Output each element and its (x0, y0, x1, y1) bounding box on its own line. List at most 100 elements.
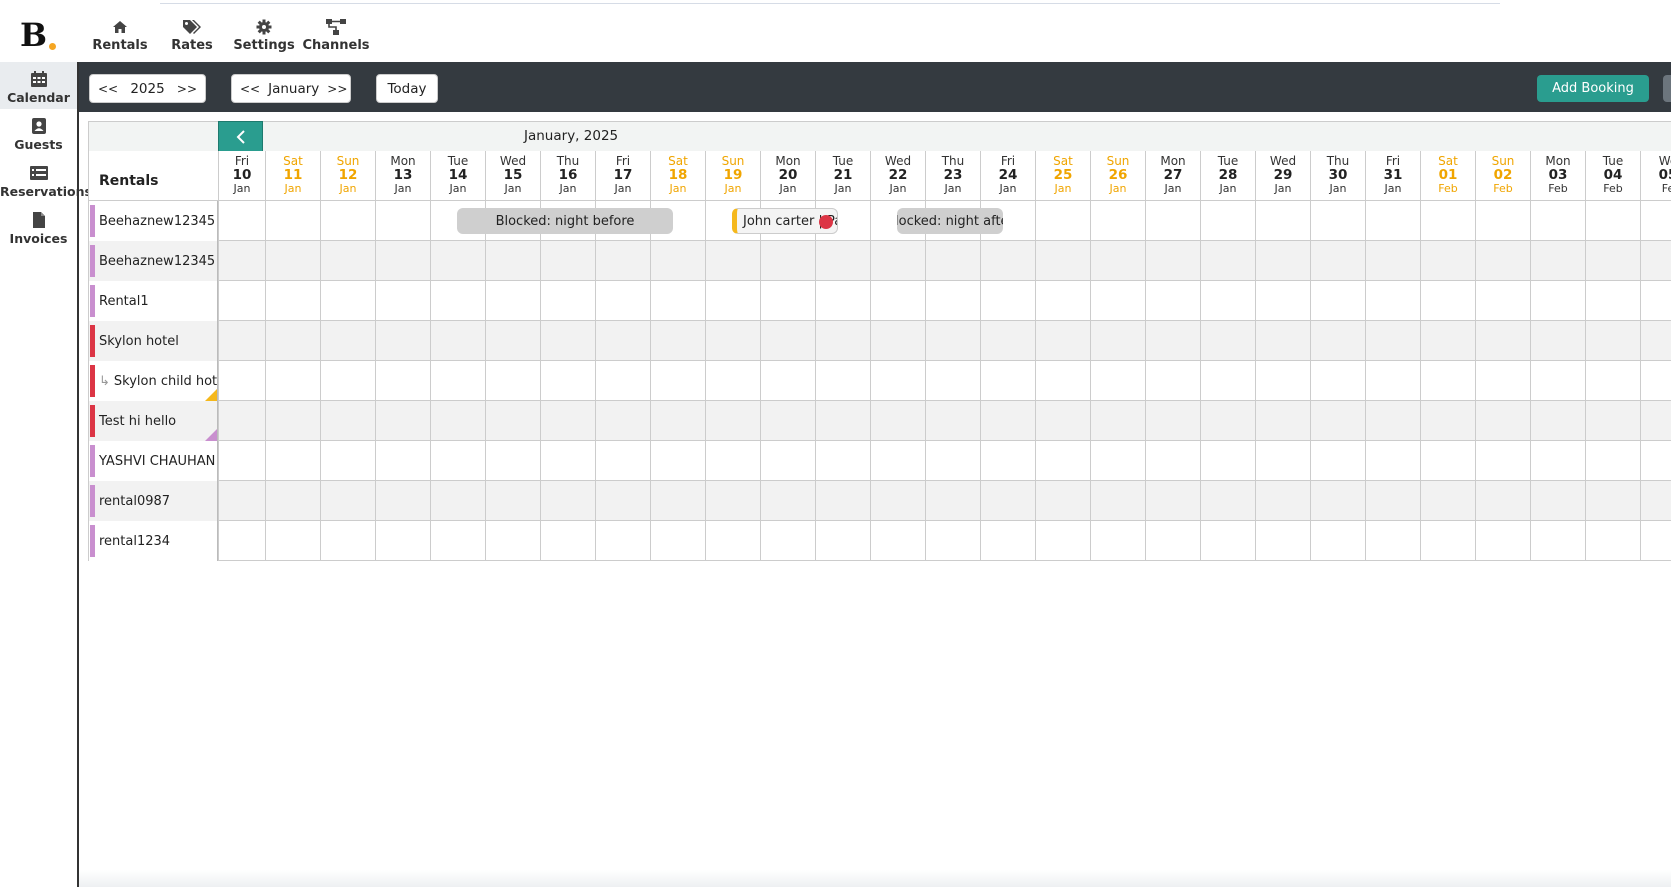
day-cell[interactable] (1200, 281, 1255, 321)
day-cell[interactable] (760, 361, 815, 401)
day-cell[interactable] (980, 281, 1035, 321)
day-cell[interactable] (925, 481, 980, 521)
day-cell[interactable] (705, 321, 760, 361)
day-cell[interactable] (485, 441, 540, 481)
day-cell[interactable] (925, 241, 980, 281)
day-cell[interactable] (1035, 361, 1090, 401)
day-cell[interactable] (815, 321, 870, 361)
day-cell[interactable] (1640, 321, 1671, 361)
day-cell[interactable] (1420, 321, 1475, 361)
day-cell[interactable] (1035, 521, 1090, 561)
day-cell[interactable] (430, 321, 485, 361)
day-cell[interactable] (1310, 521, 1365, 561)
day-cell[interactable] (760, 441, 815, 481)
day-cell[interactable] (1200, 521, 1255, 561)
day-cell[interactable] (705, 241, 760, 281)
day-cell[interactable] (1365, 241, 1420, 281)
day-cell[interactable] (218, 321, 265, 361)
day-cell[interactable] (320, 401, 375, 441)
day-cell[interactable] (1035, 481, 1090, 521)
day-cell[interactable] (1145, 281, 1200, 321)
day-cell[interactable] (1530, 201, 1585, 241)
day-cell[interactable] (1200, 241, 1255, 281)
day-cell[interactable] (1530, 241, 1585, 281)
day-cell[interactable] (320, 481, 375, 521)
day-cell[interactable] (650, 401, 705, 441)
day-cell[interactable] (760, 241, 815, 281)
day-cell[interactable] (595, 401, 650, 441)
day-cell[interactable] (1310, 281, 1365, 321)
day-cell[interactable] (218, 241, 265, 281)
day-cell[interactable] (1255, 481, 1310, 521)
month-prev-button[interactable]: << (232, 82, 268, 96)
day-cell[interactable] (1035, 401, 1090, 441)
day-cell[interactable] (980, 521, 1035, 561)
day-cell[interactable] (540, 321, 595, 361)
day-cell[interactable] (1420, 521, 1475, 561)
day-cell[interactable] (1365, 201, 1420, 241)
day-cell[interactable] (1090, 401, 1145, 441)
day-cell[interactable] (430, 281, 485, 321)
day-cell[interactable] (485, 521, 540, 561)
day-cell[interactable] (320, 441, 375, 481)
day-cell[interactable] (485, 401, 540, 441)
day-cell[interactable] (1530, 321, 1585, 361)
day-cell[interactable] (540, 441, 595, 481)
day-cell[interactable] (1035, 321, 1090, 361)
day-cell[interactable] (375, 321, 430, 361)
day-cell[interactable] (265, 201, 320, 241)
rental-name-cell[interactable]: Beehaznew12345 (88, 241, 218, 281)
day-cell[interactable] (1365, 361, 1420, 401)
day-cell[interactable] (1585, 241, 1640, 281)
day-cell[interactable] (760, 281, 815, 321)
day-cell[interactable] (1585, 521, 1640, 561)
day-cell[interactable] (540, 361, 595, 401)
day-cell[interactable] (705, 481, 760, 521)
day-cell[interactable] (1475, 281, 1530, 321)
day-cell[interactable] (1200, 401, 1255, 441)
day-cell[interactable] (1255, 201, 1310, 241)
day-cell[interactable] (218, 201, 265, 241)
day-cell[interactable] (320, 321, 375, 361)
month-next-button[interactable]: >> (319, 82, 355, 96)
day-cell[interactable] (1530, 361, 1585, 401)
day-cell[interactable] (1035, 281, 1090, 321)
day-cell[interactable] (760, 521, 815, 561)
nav-settings[interactable]: Settings (228, 16, 300, 53)
day-cell[interactable] (925, 321, 980, 361)
day-cell[interactable] (1640, 201, 1671, 241)
day-cell[interactable] (1530, 441, 1585, 481)
day-cell[interactable] (1420, 481, 1475, 521)
day-cell[interactable] (1035, 201, 1090, 241)
day-cell[interactable] (1310, 201, 1365, 241)
day-cell[interactable] (980, 361, 1035, 401)
rental-name-cell[interactable]: ↳ Skylon child hotel (88, 361, 218, 401)
day-cell[interactable] (650, 361, 705, 401)
day-cell[interactable] (218, 521, 265, 561)
day-cell[interactable] (1200, 201, 1255, 241)
day-cell[interactable] (1255, 361, 1310, 401)
day-cell[interactable] (815, 521, 870, 561)
day-cell[interactable] (540, 481, 595, 521)
day-cell[interactable] (595, 241, 650, 281)
day-cell[interactable] (815, 441, 870, 481)
day-cell[interactable] (1420, 441, 1475, 481)
day-cell[interactable] (1475, 521, 1530, 561)
day-cell[interactable] (595, 321, 650, 361)
day-cell[interactable] (320, 361, 375, 401)
day-cell[interactable] (870, 521, 925, 561)
day-cell[interactable] (1255, 401, 1310, 441)
day-cell[interactable] (705, 361, 760, 401)
day-cell[interactable] (595, 441, 650, 481)
blocked-event[interactable]: Blocked: night before (457, 208, 673, 234)
rental-name-cell[interactable]: rental0987 (88, 481, 218, 521)
day-cell[interactable] (815, 361, 870, 401)
day-cell[interactable] (1420, 361, 1475, 401)
day-cell[interactable] (1145, 201, 1200, 241)
day-cell[interactable] (1145, 241, 1200, 281)
day-cell[interactable] (980, 441, 1035, 481)
day-cell[interactable] (925, 441, 980, 481)
day-cell[interactable] (925, 401, 980, 441)
day-cell[interactable] (870, 441, 925, 481)
day-cell[interactable] (540, 521, 595, 561)
